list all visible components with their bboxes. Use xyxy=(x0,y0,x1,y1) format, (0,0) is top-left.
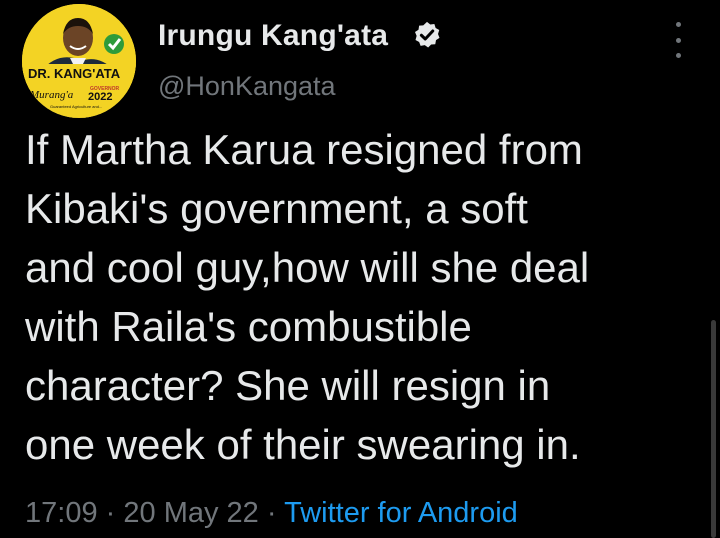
tweet-text-line: and cool guy,how will she deal xyxy=(25,244,590,291)
tweet-text: If Martha Karua resigned from Kibaki's g… xyxy=(25,120,705,474)
author-handle[interactable]: @HonKangata xyxy=(158,71,336,102)
svg-text:DR. KANG'ATA: DR. KANG'ATA xyxy=(28,66,121,81)
tweet-source-link[interactable]: Twitter for Android xyxy=(284,497,518,529)
verified-badge-icon xyxy=(415,21,440,48)
tweet-text-line: If Martha Karua resigned from xyxy=(25,126,583,173)
tweet-text-line: one week of their swearing in. xyxy=(25,421,581,468)
svg-text:Guaranteed Agriculture and...: Guaranteed Agriculture and... xyxy=(50,104,102,109)
tweet-text-line: character? She will resign in xyxy=(25,362,551,409)
tweet-text-line: Kibaki's government, a soft xyxy=(25,185,528,232)
more-dot xyxy=(675,22,681,27)
avatar-image: DR. KANG'ATA Murang'a GOVERNOR 2022 Guar… xyxy=(22,4,136,118)
more-dot xyxy=(675,37,681,43)
tweet-time[interactable]: 17:09 xyxy=(25,497,98,529)
meta-separator: · xyxy=(105,497,116,529)
more-options-icon[interactable] xyxy=(668,22,688,58)
author-avatar[interactable]: DR. KANG'ATA Murang'a GOVERNOR 2022 Guar… xyxy=(22,4,136,118)
tweet-text-line: with Raila's combustible xyxy=(25,303,472,350)
svg-text:2022: 2022 xyxy=(88,91,112,103)
tweet-date[interactable]: 20 May 22 xyxy=(123,497,258,529)
more-dot xyxy=(675,53,681,58)
scrollbar[interactable] xyxy=(711,320,716,538)
author-name[interactable]: Irungu Kang'ata xyxy=(158,19,388,53)
meta-separator: · xyxy=(266,497,277,529)
tweet-metadata: 17:09 · 20 May 22 · Twitter for Android xyxy=(25,497,518,530)
svg-text:Murang'a: Murang'a xyxy=(29,89,74,101)
